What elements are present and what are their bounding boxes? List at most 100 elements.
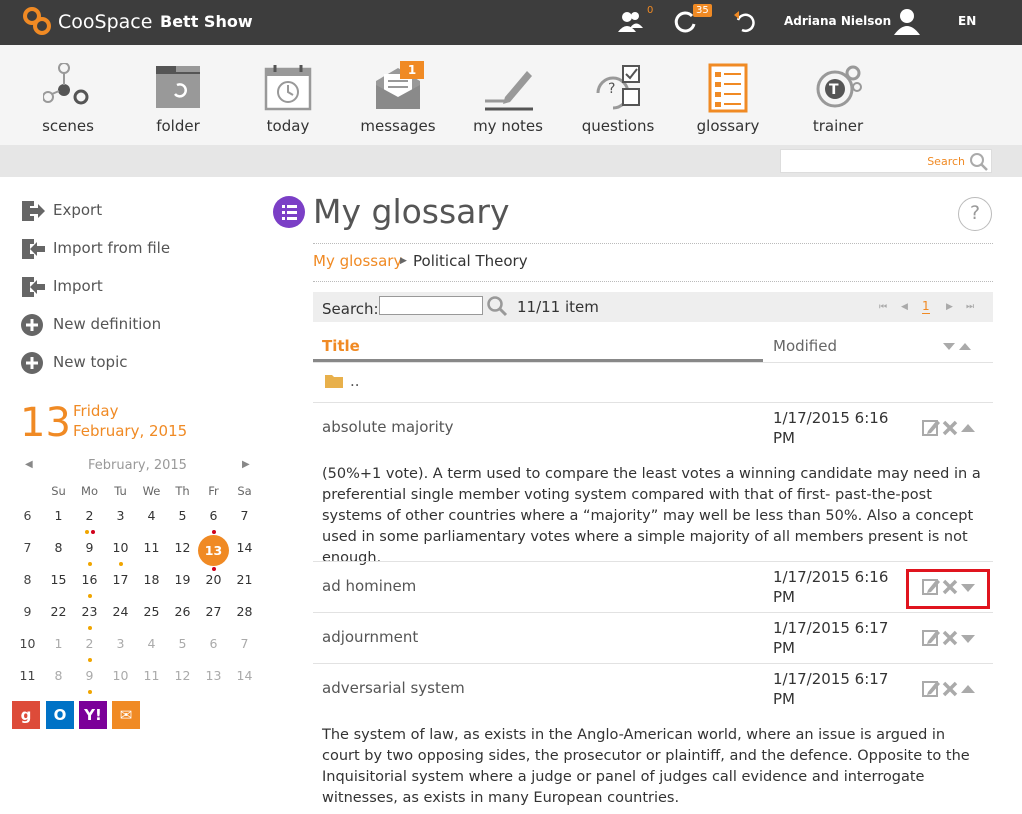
column-header-title[interactable]: Title — [322, 337, 360, 355]
calendar-day[interactable]: 12 — [167, 668, 198, 700]
calendar-day[interactable]: 3 — [105, 508, 136, 540]
plus-circle-icon — [21, 352, 43, 374]
glossary-term-title[interactable]: absolute majority — [322, 418, 454, 436]
user-name[interactable]: Adriana Nielson — [784, 14, 891, 28]
column-header-modified[interactable]: Modified — [773, 337, 837, 355]
list-search-label: Search: — [322, 300, 379, 318]
first-page-icon[interactable]: ⏮ — [879, 302, 887, 312]
new-topic-button[interactable]: New topic — [20, 350, 240, 376]
calendar-day[interactable]: 1 — [43, 636, 74, 668]
calendar-prev-arrow[interactable]: ◀ — [25, 459, 33, 470]
glossary-term-title[interactable]: adjournment — [322, 628, 418, 646]
export-button[interactable]: Export — [20, 198, 240, 224]
list-search-input[interactable] — [379, 296, 483, 315]
calendar-day[interactable]: 8 — [43, 540, 74, 572]
nav-folder[interactable]: folder — [123, 45, 233, 145]
calendar-day[interactable]: 3 — [105, 636, 136, 668]
coospace-logo-icon[interactable] — [22, 6, 52, 36]
calendar-day-today[interactable]: 13 — [198, 535, 229, 572]
calendar-day[interactable]: 22 — [43, 604, 74, 636]
calendar-day[interactable]: 27 — [198, 604, 229, 636]
user-avatar-icon[interactable] — [892, 7, 922, 35]
nav-today[interactable]: today — [233, 45, 343, 145]
last-page-icon[interactable]: ⏭ — [966, 302, 974, 312]
yahoo-icon[interactable]: Y! — [79, 701, 107, 729]
calendar-day[interactable]: 5 — [167, 508, 198, 540]
nav-scenes[interactable]: scenes — [13, 45, 123, 145]
mail-icon[interactable]: ✉ — [112, 701, 140, 729]
calendar-day[interactable]: 20 — [198, 572, 229, 604]
calendar-day[interactable]: 26 — [167, 604, 198, 636]
calendar-day[interactable]: 16 — [74, 572, 105, 604]
glossary-term-title[interactable]: ad hominem — [322, 577, 416, 595]
week-number: 10 — [19, 636, 36, 651]
parent-folder-link[interactable]: .. — [350, 372, 360, 390]
calendar-day[interactable]: 7 — [229, 508, 260, 540]
calendar-day[interactable]: 24 — [105, 604, 136, 636]
calendar-day[interactable]: 28 — [229, 604, 260, 636]
calendar-day[interactable]: 7 — [229, 636, 260, 668]
new-topic-label: New topic — [53, 353, 128, 371]
nav-glossary[interactable]: glossary — [673, 45, 783, 145]
collapse-arrow-icon — [961, 424, 975, 432]
calendar-day[interactable]: 9 — [74, 540, 105, 572]
import-from-file-button[interactable]: Import from file — [20, 236, 240, 262]
calendar-day[interactable]: 12 — [167, 540, 198, 572]
current-page[interactable]: 1 — [922, 299, 930, 314]
calendar-day[interactable]: 11 — [136, 540, 167, 572]
folder-icon[interactable] — [324, 373, 344, 389]
calendar-day[interactable]: 25 — [136, 604, 167, 636]
calendar-day[interactable]: 19 — [167, 572, 198, 604]
nav-messages[interactable]: 1 messages — [343, 45, 453, 145]
calendar-day[interactable]: 4 — [136, 508, 167, 540]
top-bar: CooSpace Bett Show 0 35 Adriana Nielson … — [0, 0, 1022, 45]
calendar-day[interactable]: 1 — [43, 508, 74, 540]
calendar-day[interactable]: 10 — [105, 668, 136, 700]
prev-page-icon[interactable]: ◀ — [901, 302, 908, 312]
delete-icon — [942, 681, 958, 697]
sort-arrows-icon[interactable] — [942, 340, 974, 352]
calendar-day[interactable]: 5 — [167, 636, 198, 668]
help-icon[interactable]: ? — [958, 197, 992, 231]
calendar-day[interactable]: 2 — [74, 508, 105, 540]
new-definition-button[interactable]: New definition — [20, 312, 240, 338]
calendar-day[interactable]: 2 — [74, 636, 105, 668]
glossary-term-modified: 1/17/2015 6:16 PM — [773, 409, 889, 447]
calendar-day[interactable]: 15 — [43, 572, 74, 604]
global-search-input[interactable]: Search — [780, 149, 992, 173]
search-icon[interactable] — [486, 295, 508, 317]
calendar-day[interactable]: 18 — [136, 572, 167, 604]
calendar-day[interactable]: 14 — [229, 668, 260, 700]
search-icon[interactable] — [969, 152, 989, 172]
brand-name[interactable]: CooSpace — [58, 11, 152, 33]
glossary-term-title[interactable]: adversarial system — [322, 679, 465, 697]
calendar-day[interactable]: 17 — [105, 572, 136, 604]
import-button[interactable]: Import — [20, 274, 240, 300]
calendar-day[interactable]: 6 — [198, 636, 229, 668]
refresh-icon[interactable] — [730, 8, 760, 36]
outlook-icon[interactable]: O — [46, 701, 74, 729]
people-icon[interactable] — [616, 8, 646, 36]
nav-my-notes[interactable]: my notes — [453, 45, 563, 145]
calendar-day[interactable]: 21 — [229, 572, 260, 604]
calendar-day[interactable]: 11 — [136, 668, 167, 700]
course-name[interactable]: Bett Show — [160, 12, 253, 31]
activity-count: 35 — [693, 4, 712, 17]
nav-trainer[interactable]: T trainer — [783, 45, 893, 145]
calendar-day[interactable]: 8 — [43, 668, 74, 700]
next-page-icon[interactable]: ▶ — [946, 302, 953, 312]
breadcrumb-root[interactable]: My glossary — [313, 252, 402, 270]
language-selector[interactable]: EN — [958, 14, 976, 28]
google-icon[interactable]: g — [12, 701, 40, 729]
collapse-arrow-icon — [961, 685, 975, 693]
nav-questions[interactable]: ? questions — [563, 45, 673, 145]
calendar-day[interactable]: 10 — [105, 540, 136, 572]
calendar-day[interactable]: 9 — [74, 668, 105, 700]
calendar-day[interactable]: 14 — [229, 540, 260, 572]
calendar-day[interactable]: 13 — [198, 668, 229, 700]
nav-label-folder: folder — [156, 117, 200, 135]
nav-label-glossary: glossary — [696, 117, 760, 135]
calendar-day[interactable]: 4 — [136, 636, 167, 668]
calendar-day[interactable]: 23 — [74, 604, 105, 636]
calendar-next-arrow[interactable]: ▶ — [242, 459, 250, 470]
